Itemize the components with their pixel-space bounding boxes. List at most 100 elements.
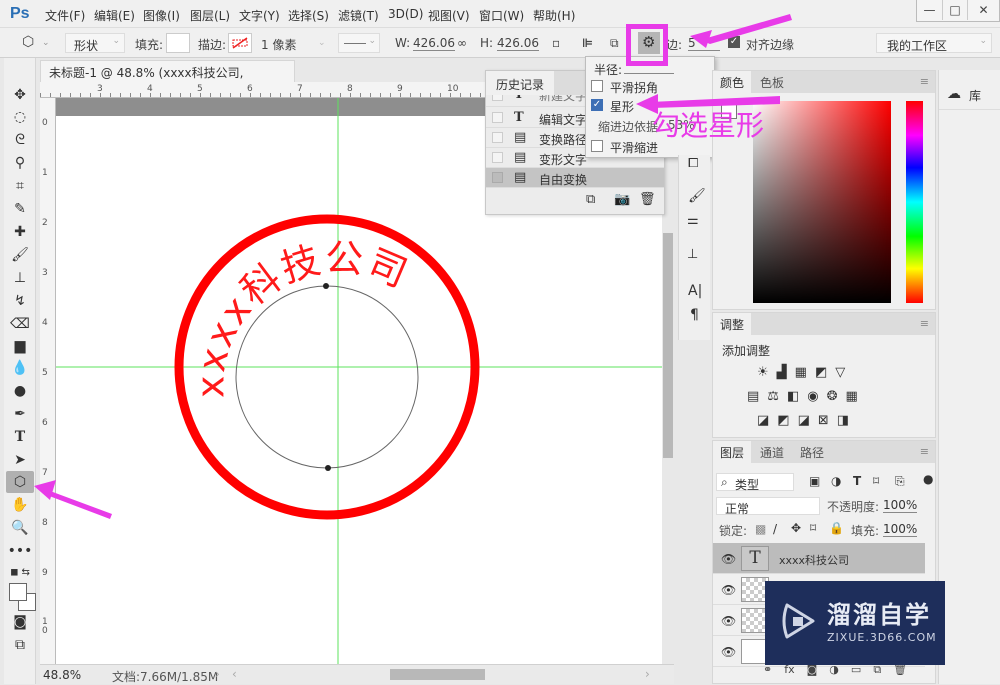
tab-swatches[interactable]: 色板 bbox=[753, 71, 791, 93]
menu-view[interactable]: 视图(V) bbox=[428, 7, 470, 24]
close-button[interactable]: ✕ bbox=[967, 0, 999, 20]
smooth-indent-checkbox[interactable] bbox=[591, 140, 603, 152]
move-tool-icon[interactable]: ✥ bbox=[6, 84, 34, 106]
blend-mode-select[interactable]: 正常 bbox=[716, 497, 820, 516]
stroke-type-select[interactable]: ⌄ bbox=[338, 33, 380, 53]
visibility-eye-icon[interactable]: 👁 bbox=[721, 583, 736, 597]
channel-mixer-icon[interactable]: ❂ bbox=[827, 389, 838, 404]
vibrance-icon[interactable]: ▽ bbox=[835, 365, 845, 380]
mode-select[interactable]: 形状 ⌄ bbox=[65, 33, 125, 53]
clone-source-icon[interactable]: ⊥ bbox=[687, 247, 698, 262]
tab-layers[interactable]: 图层 bbox=[713, 441, 752, 463]
menu-layer[interactable]: 图层(L) bbox=[190, 7, 230, 24]
scroll-right-icon[interactable]: › bbox=[645, 667, 650, 681]
properties-icon[interactable]: ⧠ bbox=[688, 156, 698, 171]
radius-input[interactable] bbox=[624, 73, 674, 74]
menu-3d[interactable]: 3D(D) bbox=[388, 7, 423, 21]
lock-transparent-icon[interactable]: ▩ bbox=[755, 522, 766, 536]
maximize-button[interactable]: □ bbox=[942, 0, 967, 20]
stroke-swatch[interactable] bbox=[228, 33, 252, 53]
polygon-tool-preset-icon[interactable]: ⬡ bbox=[22, 34, 34, 50]
lock-artboard-icon[interactable]: ⌑ bbox=[810, 521, 816, 535]
document-tab[interactable]: 未标题-1 @ 48.8% (xxxx科技公司, RGB/8) * × bbox=[40, 60, 295, 95]
tab-history[interactable]: 历史记录 bbox=[486, 71, 555, 95]
fill-input[interactable]: 100% bbox=[883, 522, 918, 537]
menu-edit[interactable]: 编辑(E) bbox=[94, 7, 135, 24]
info-arrow-icon[interactable]: › bbox=[215, 667, 220, 681]
brightness-contrast-icon[interactable]: ☀ bbox=[757, 365, 769, 380]
black-white-icon[interactable]: ◧ bbox=[787, 389, 799, 404]
menu-type[interactable]: 文字(Y) bbox=[239, 7, 280, 24]
tab-channels[interactable]: 通道 bbox=[753, 441, 791, 463]
width-input[interactable]: 426.06 bbox=[413, 36, 455, 51]
path-arrangement-icon[interactable]: ⧉ bbox=[610, 36, 619, 51]
photo-filter-icon[interactable]: ◉ bbox=[807, 389, 818, 404]
align-edges-checkbox[interactable]: ✓ bbox=[728, 36, 740, 48]
filter-shape-icon[interactable]: ⌑ bbox=[873, 474, 879, 488]
menu-window[interactable]: 窗口(W) bbox=[479, 7, 524, 24]
gradient-map-icon[interactable]: ◨ bbox=[837, 413, 849, 428]
color-balance-icon[interactable]: ⚖ bbox=[767, 389, 779, 404]
layer-row-selected[interactable]: 👁 T xxxx科技公司 bbox=[713, 543, 925, 574]
zoom-level[interactable]: 48.8% bbox=[43, 668, 81, 682]
invert-icon[interactable]: ◪ bbox=[757, 413, 769, 428]
star-checkbox[interactable]: ✓ bbox=[591, 99, 603, 111]
panel-menu-icon[interactable]: ≡ bbox=[920, 75, 929, 88]
history-brush-tool-icon[interactable]: ↯ bbox=[6, 290, 34, 312]
foreground-color-swatch[interactable] bbox=[9, 583, 27, 601]
new-group-icon[interactable]: ▭ bbox=[851, 663, 861, 677]
height-input[interactable]: 426.06 bbox=[497, 36, 539, 51]
filter-adjustment-icon[interactable]: ◑ bbox=[831, 474, 841, 488]
chevron-down-icon[interactable]: ⌄ bbox=[42, 38, 50, 48]
marquee-tool-icon[interactable]: ◌ bbox=[6, 106, 34, 128]
trash-icon[interactable]: 🗑 bbox=[639, 192, 656, 207]
exposure-icon[interactable]: ◩ bbox=[815, 365, 827, 380]
lasso-tool-icon[interactable]: ᘓ bbox=[6, 129, 34, 151]
new-layer-icon[interactable]: ⧉ bbox=[873, 663, 881, 677]
saturation-brightness-picker[interactable] bbox=[753, 101, 891, 303]
tab-color[interactable]: 颜色 bbox=[713, 71, 752, 93]
path-operations-icon[interactable]: ▫ bbox=[552, 36, 560, 50]
color-lookup-icon[interactable]: ▦ bbox=[846, 389, 858, 404]
visibility-eye-icon[interactable]: 👁 bbox=[721, 552, 736, 566]
workspace-select[interactable]: 我的工作区 ⌄ bbox=[876, 33, 992, 53]
visibility-eye-icon[interactable]: 👁 bbox=[721, 645, 736, 659]
delete-layer-icon[interactable]: 🗑 bbox=[893, 663, 907, 677]
menu-file[interactable]: 文件(F) bbox=[45, 7, 85, 24]
selective-color-icon[interactable]: ⊠ bbox=[818, 413, 829, 428]
minimize-button[interactable]: — bbox=[917, 0, 942, 20]
type-tool-icon[interactable]: T bbox=[6, 426, 34, 448]
lock-position-icon[interactable]: ✥ bbox=[791, 521, 801, 535]
history-item-selected[interactable]: ▤ 自由变换 bbox=[486, 168, 664, 188]
visibility-eye-icon[interactable]: 👁 bbox=[721, 614, 736, 628]
filter-type-icon[interactable]: T bbox=[853, 474, 861, 488]
libraries-button[interactable]: ☁ 库 bbox=[939, 80, 1000, 110]
curves-icon[interactable]: ▦ bbox=[795, 365, 807, 380]
horizontal-scrollbar-thumb[interactable] bbox=[390, 669, 485, 680]
new-document-from-state-icon[interactable]: ⧉ bbox=[586, 192, 595, 207]
brush-tool-icon[interactable]: 🖌 bbox=[6, 244, 34, 266]
smooth-corners-checkbox[interactable] bbox=[591, 80, 603, 92]
blur-tool-icon[interactable]: 💧 bbox=[6, 357, 34, 379]
document-info[interactable]: 文档:7.66M/1.85M bbox=[112, 668, 218, 685]
eraser-tool-icon[interactable]: ⌫ bbox=[6, 313, 34, 335]
filter-toggle[interactable]: ● bbox=[923, 472, 933, 486]
add-mask-icon[interactable]: ◙ bbox=[807, 663, 818, 677]
pen-tool-icon[interactable]: ✒ bbox=[6, 403, 34, 425]
screen-mode-icon[interactable]: ⧉ bbox=[6, 634, 34, 656]
scrollbar-thumb[interactable] bbox=[663, 233, 673, 458]
brush-settings-icon[interactable]: ⚌ bbox=[687, 213, 699, 228]
fill-swatch[interactable] bbox=[166, 33, 190, 53]
lock-image-icon[interactable]: / bbox=[773, 522, 777, 536]
camera-snapshot-icon[interactable]: 📷 bbox=[614, 192, 630, 207]
menu-select[interactable]: 选择(S) bbox=[288, 7, 329, 24]
clone-stamp-tool-icon[interactable]: ⊥ bbox=[6, 267, 34, 289]
eyedropper-tool-icon[interactable]: ✎ bbox=[6, 198, 34, 220]
filter-pixel-icon[interactable]: ▣ bbox=[809, 474, 820, 488]
paragraph-icon[interactable]: ¶ bbox=[690, 307, 699, 323]
posterize-icon[interactable]: ◩ bbox=[777, 413, 789, 428]
link-layers-icon[interactable]: ⚭ bbox=[763, 663, 772, 677]
path-selection-tool-icon[interactable]: ➤ bbox=[6, 449, 34, 471]
menu-help[interactable]: 帮助(H) bbox=[533, 7, 575, 24]
chevron-down-icon[interactable]: ⌄ bbox=[318, 38, 326, 48]
